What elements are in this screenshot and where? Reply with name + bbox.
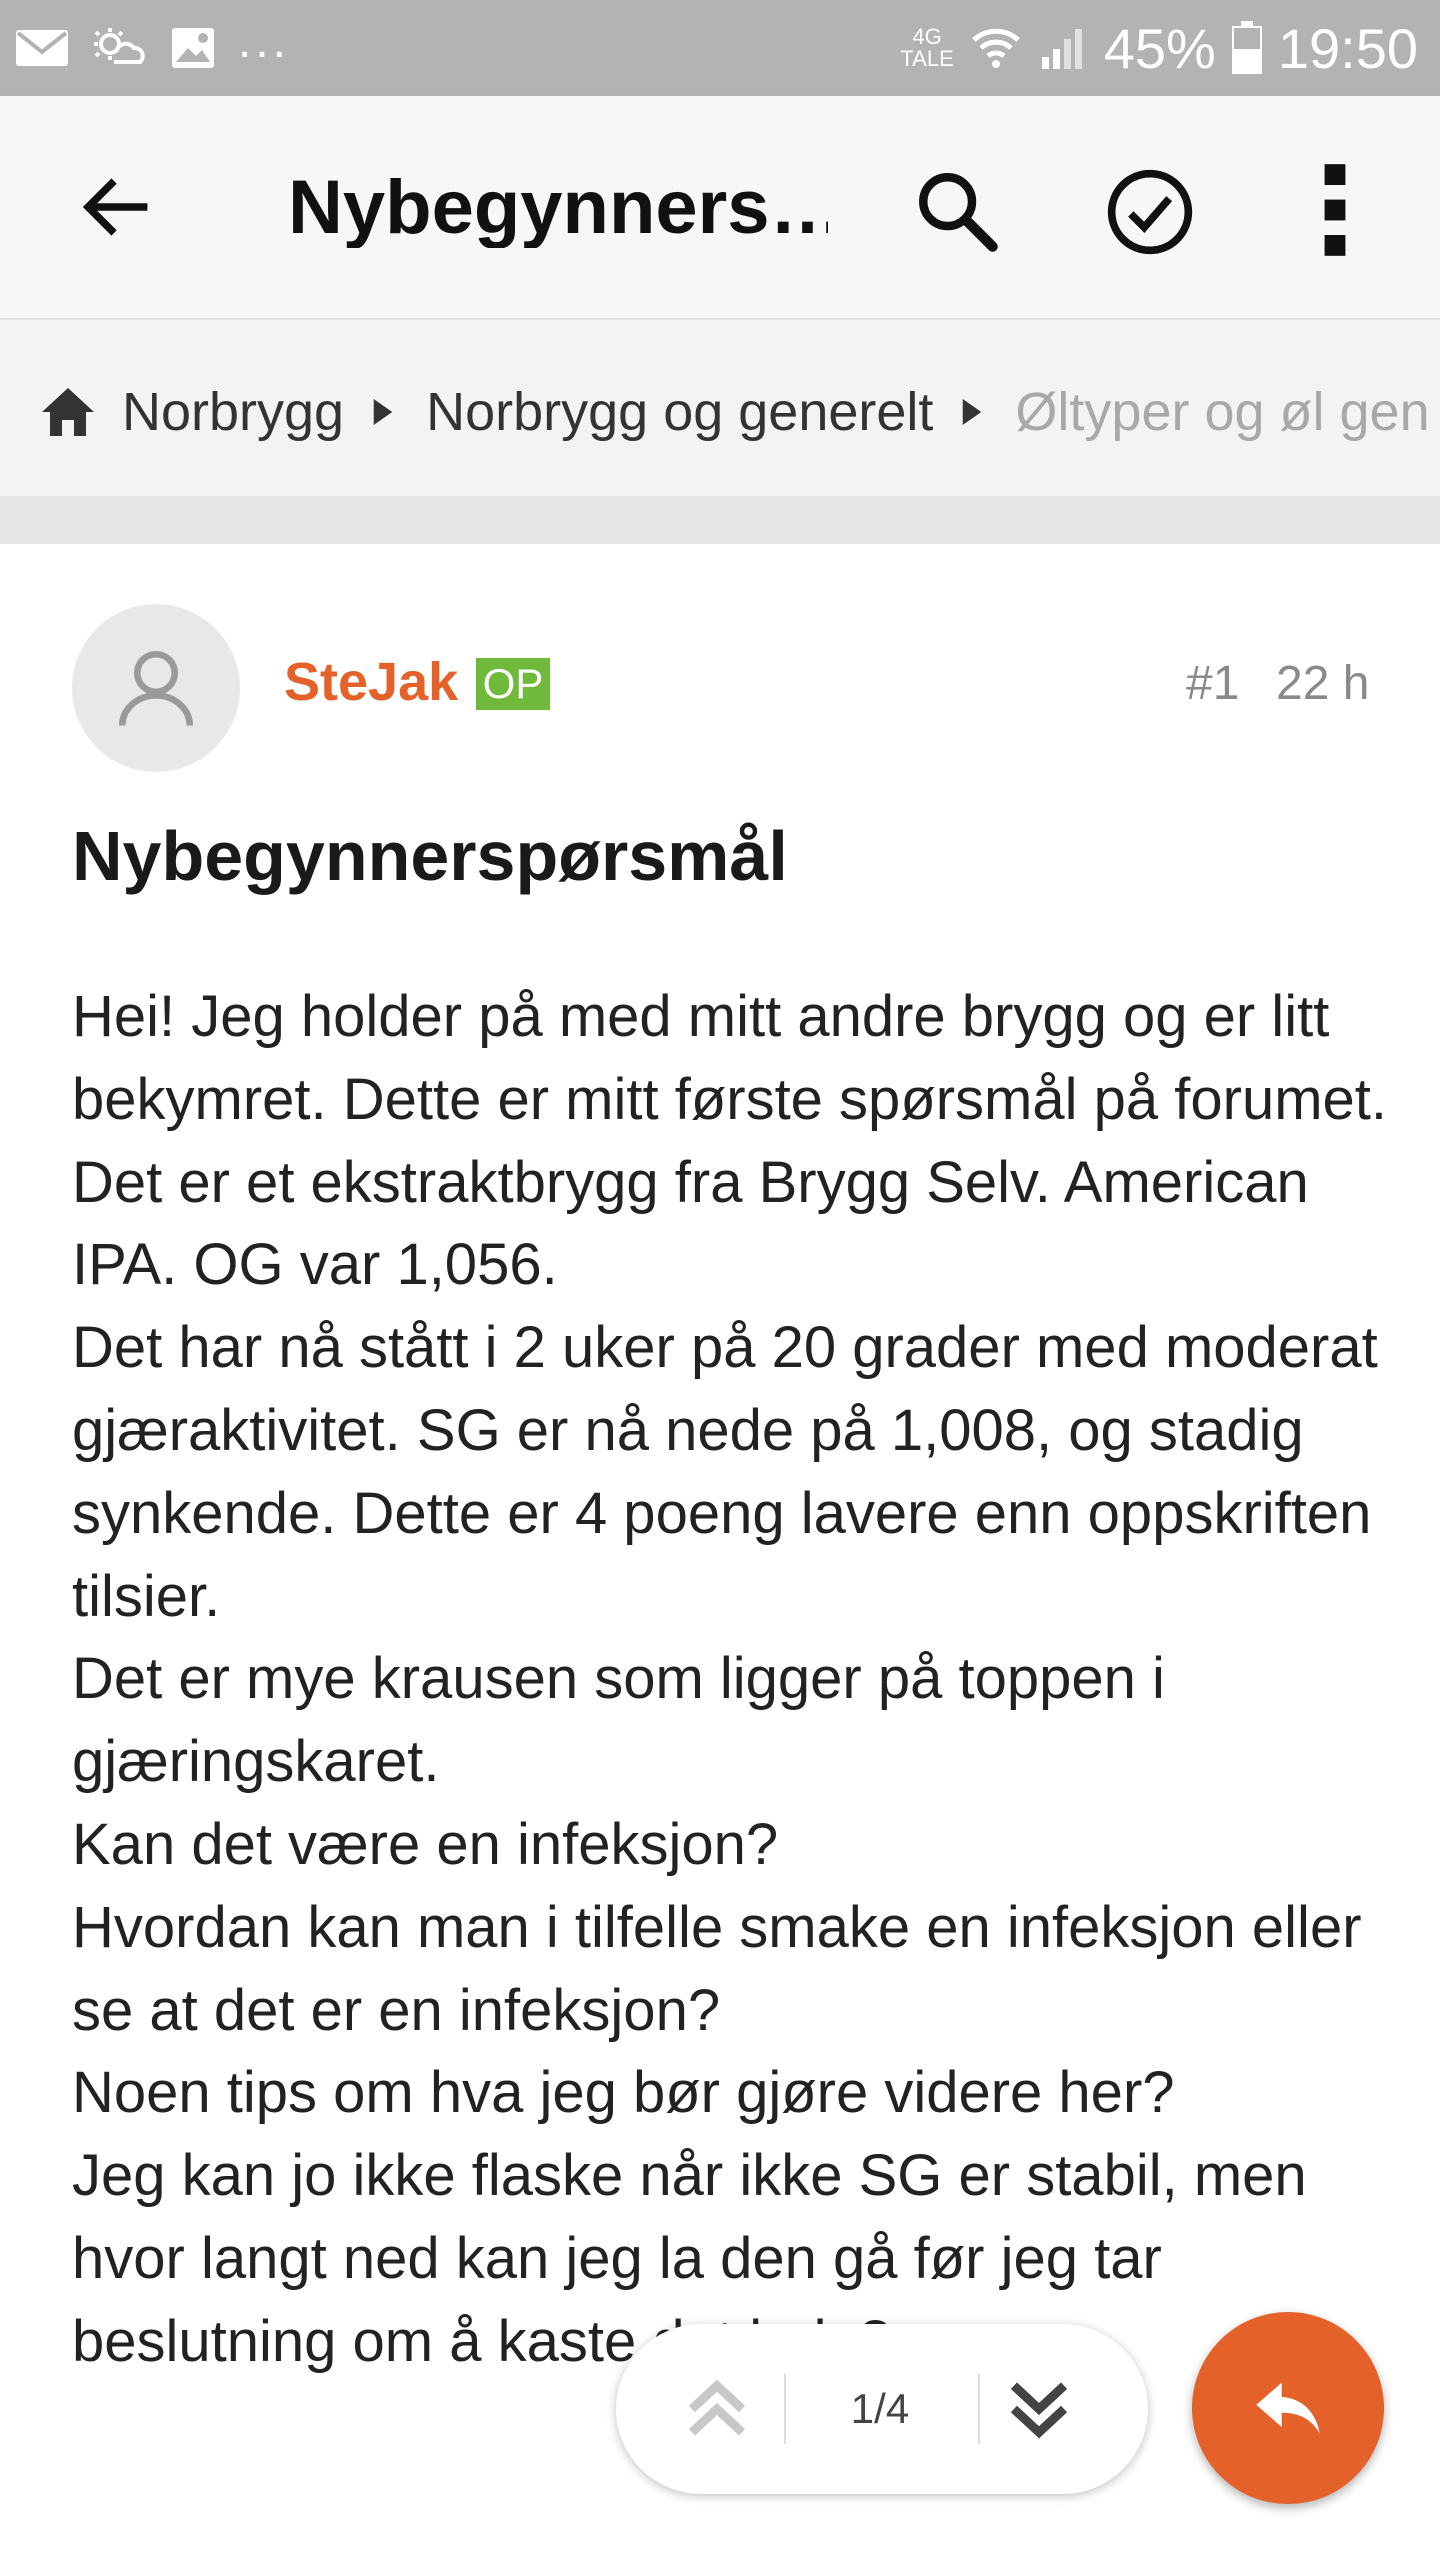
reply-button[interactable] — [1192, 2312, 1384, 2504]
chevron-right-icon — [963, 399, 982, 425]
post-body: Hei! Jeg holder på med mitt andre brygg … — [72, 976, 1402, 2384]
post-paragraph: Hei! Jeg holder på med mitt andre brygg … — [72, 984, 1387, 1132]
breadcrumb-item-general[interactable]: Norbrygg og generelt — [426, 381, 933, 443]
double-chevron-down-icon[interactable] — [994, 2366, 1084, 2452]
section-divider — [0, 496, 1440, 544]
check-circle-icon[interactable] — [1104, 166, 1196, 258]
reply-icon — [1256, 2382, 1320, 2434]
weather-icon — [94, 28, 145, 64]
app-bar: Nybegynners… — [0, 96, 1440, 320]
double-chevron-up-icon[interactable] — [672, 2366, 762, 2452]
back-arrow-icon[interactable] — [72, 164, 158, 250]
home-icon[interactable] — [38, 384, 98, 440]
post-paragraph: Kan det være en infeksjon? — [72, 1811, 779, 1877]
author-name[interactable]: SteJak — [284, 650, 458, 714]
notification-icons: ... — [14, 15, 290, 78]
battery-percentage: 45% — [1103, 16, 1216, 80]
post-paragraph: Hvordan kan man i tilfelle smake en infe… — [72, 1894, 1362, 2043]
mail-icon — [16, 30, 68, 66]
search-icon[interactable] — [912, 166, 1002, 256]
clock: 19:50 — [1277, 16, 1418, 80]
chevron-right-icon — [373, 399, 393, 425]
system-indicators: 4G TALE 45% 19:50 — [900, 0, 1418, 96]
page-title: Nybegynners… — [288, 168, 828, 248]
pager-divider — [978, 2374, 980, 2444]
status-bar: ... 4G TALE 45% 19:50 — [0, 0, 1440, 96]
wifi-icon — [972, 28, 1020, 68]
user-icon — [118, 650, 194, 726]
post-paragraph: Det er et ekstraktbrygg fra Brygg Selv. … — [72, 1149, 1309, 1298]
pager-divider — [784, 2374, 786, 2444]
more-notifications-indicator: ... — [238, 14, 291, 68]
breadcrumb-item-norbrygg[interactable]: Norbrygg — [122, 381, 344, 443]
more-vert-icon[interactable] — [1300, 160, 1370, 260]
op-badge: OP — [476, 658, 550, 710]
post-title: Nybegynnerspørsmål — [72, 817, 788, 895]
post-time: 22 h — [1276, 657, 1370, 710]
post-number: #1 — [1186, 657, 1240, 710]
avatar[interactable] — [72, 604, 240, 772]
network-type: 4G TALE — [900, 24, 954, 71]
page-navigator: 1/4 — [616, 2324, 1148, 2494]
post-paragraph: Det er mye krausen som ligger på toppen … — [72, 1646, 1165, 1795]
signal-icon — [1041, 29, 1082, 69]
page-count: 1/4 — [850, 2385, 910, 2432]
battery-icon — [1231, 21, 1262, 74]
breadcrumb: Norbrygg Norbrygg og generelt Øltyper og… — [0, 320, 1440, 496]
image-icon — [172, 28, 214, 68]
post-paragraph: Noen tips om hva jeg bør gjøre videre he… — [72, 2060, 1175, 2126]
post-paragraph: Det har nå stått i 2 uker på 20 grader m… — [72, 1315, 1378, 1629]
breadcrumb-item-beer-types[interactable]: Øltyper og øl gen — [1015, 381, 1429, 443]
